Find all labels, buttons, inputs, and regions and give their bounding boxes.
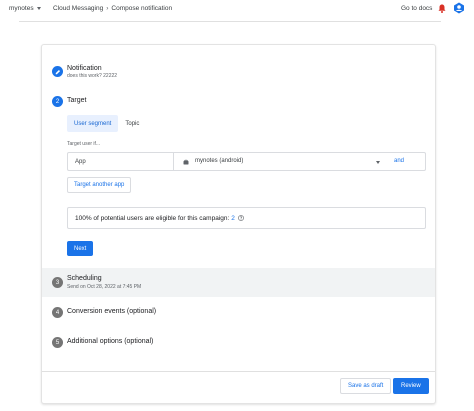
step-notification-subtitle: does this work? 22222 xyxy=(67,73,118,79)
and-button[interactable]: and xyxy=(394,158,404,164)
tab-topic[interactable]: Topic xyxy=(118,115,146,132)
step-target-title[interactable]: Target xyxy=(67,97,86,104)
save-as-draft-button[interactable]: Save as draft xyxy=(340,378,392,394)
eligible-user-count: 2 xyxy=(231,214,235,222)
compose-notification-card: Notification does this work? 22222 2 Tar… xyxy=(41,44,436,404)
step-number-4: 4 xyxy=(52,307,63,318)
eligibility-summary: 100% of potential users are eligible for… xyxy=(67,207,426,229)
target-tabs: User segment Topic xyxy=(67,115,146,133)
step-scheduling-title[interactable]: Scheduling xyxy=(67,275,102,282)
header-divider xyxy=(19,21,441,22)
target-another-app-button[interactable]: Target another app xyxy=(67,177,132,193)
breadcrumb-cloud-messaging[interactable]: Cloud Messaging xyxy=(53,5,103,12)
go-to-docs-link[interactable]: Go to docs xyxy=(401,5,432,12)
avatar[interactable] xyxy=(453,2,465,14)
breadcrumb-compose-notification: Compose notification xyxy=(111,5,173,12)
step-notification-title[interactable]: Notification xyxy=(67,65,102,72)
android-icon xyxy=(183,159,189,165)
target-condition-row: App mynotes (android) and xyxy=(67,152,426,171)
top-bar: mynotes Cloud Messaging › Compose notifi… xyxy=(0,0,474,18)
help-icon[interactable] xyxy=(238,215,244,221)
project-name: mynotes xyxy=(9,5,34,12)
chevron-down-icon xyxy=(36,7,41,10)
bell-icon[interactable] xyxy=(438,4,446,13)
step-number-3: 3 xyxy=(52,277,63,288)
step-number-5: 5 xyxy=(52,337,63,348)
step-conversion-title[interactable]: Conversion events (optional) xyxy=(67,308,156,315)
condition-field[interactable]: App xyxy=(68,153,174,170)
step-scheduling-row[interactable] xyxy=(42,268,435,297)
next-button[interactable]: Next xyxy=(67,241,94,256)
app-selector[interactable]: mynotes (android) xyxy=(195,158,243,164)
footer-divider xyxy=(42,371,435,372)
step-additional-title[interactable]: Additional options (optional) xyxy=(67,338,153,345)
step-number-2: 2 xyxy=(52,96,63,107)
project-selector[interactable]: mynotes xyxy=(9,5,41,12)
eligibility-text: 100% of potential users are eligible for… xyxy=(75,214,230,222)
review-button[interactable]: Review xyxy=(393,378,429,394)
breadcrumb-separator: › xyxy=(106,5,109,12)
step-scheduling-subtitle: Send on Oct 28, 2022 at 7:45 PM xyxy=(67,284,142,290)
target-user-label: Target user if... xyxy=(67,141,101,147)
chevron-down-icon[interactable] xyxy=(376,161,380,164)
tab-user-segment[interactable]: User segment xyxy=(67,115,119,132)
breadcrumb: Cloud Messaging › Compose notification xyxy=(53,5,172,12)
pencil-icon[interactable] xyxy=(52,66,63,77)
